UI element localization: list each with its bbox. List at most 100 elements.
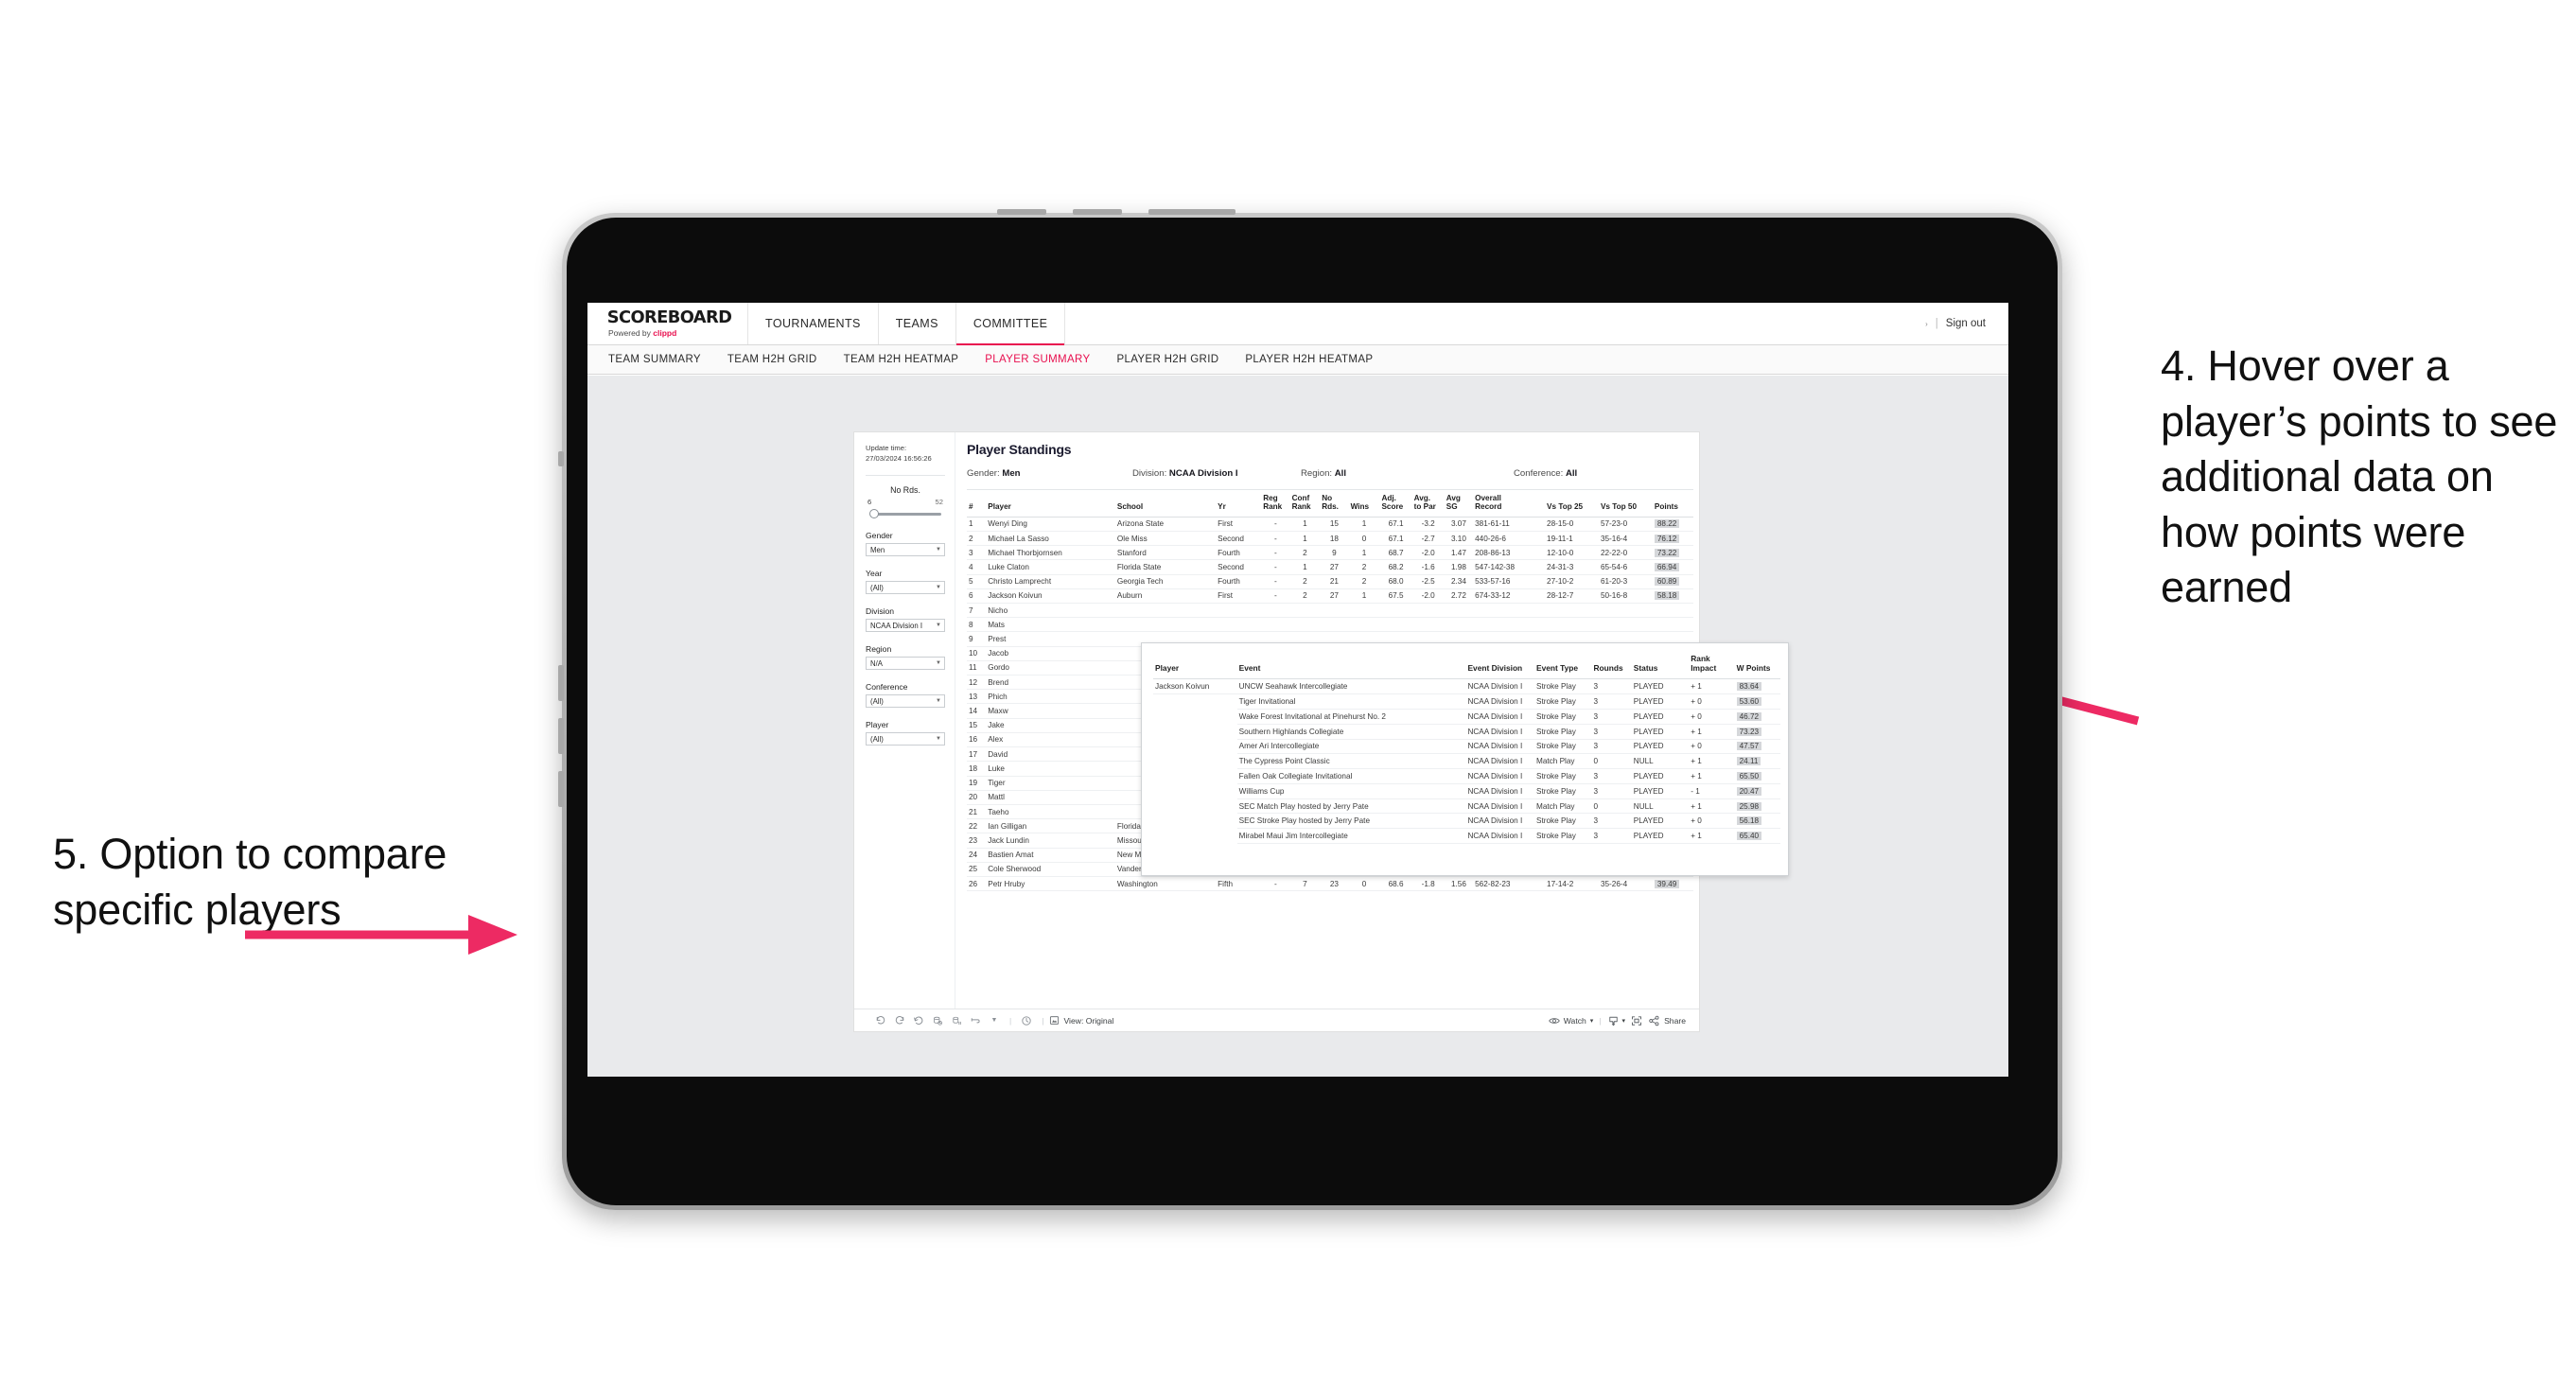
- cell-school: Washington: [1114, 876, 1217, 892]
- watch-button[interactable]: Watch ▾: [1548, 1015, 1593, 1026]
- alert-subscribe-icon[interactable]: [1017, 1015, 1036, 1026]
- filter-gender-select[interactable]: Men ▼: [866, 543, 945, 556]
- tt-cell-event-type: Match Play: [1534, 798, 1592, 815]
- table-row[interactable]: 1 Wenyi Ding Arizona State First -1 15 1 67.1 -3…: [967, 517, 1693, 533]
- cell-player: Jack Lundin: [986, 833, 1115, 849]
- tt-cell-rounds: 3: [1591, 813, 1632, 830]
- points-badge[interactable]: 88.22: [1654, 519, 1680, 529]
- points-badge[interactable]: 39.49: [1654, 879, 1680, 888]
- cell-points[interactable]: 76.12: [1652, 531, 1693, 547]
- pause-auto-update-icon[interactable]: [947, 1015, 966, 1026]
- refresh-data-icon[interactable]: [928, 1015, 947, 1026]
- col-par-l2: to Par: [1413, 502, 1436, 512]
- tab-team-h2h-grid[interactable]: TEAM H2H GRID: [727, 354, 817, 365]
- cell-conf-rank: 2: [1289, 545, 1321, 561]
- views-dropdown-caret-icon[interactable]: ▼: [985, 1017, 1004, 1024]
- col-rank[interactable]: #: [967, 490, 987, 518]
- tab-player-h2h-heatmap[interactable]: PLAYER H2H HEATMAP: [1245, 354, 1373, 365]
- col-yr[interactable]: Yr: [1216, 490, 1262, 518]
- tt-cell-rounds: 3: [1591, 724, 1632, 740]
- fullscreen-button[interactable]: [1625, 1015, 1648, 1026]
- col-wins[interactable]: Wins: [1348, 490, 1380, 518]
- meta-conference-label: Conference:: [1514, 468, 1566, 479]
- tt-col-rounds: Rounds: [1591, 653, 1632, 680]
- cell-rank: 11: [967, 660, 987, 676]
- cell-reg-rank: -: [1261, 545, 1290, 561]
- cell-points[interactable]: 58.18: [1652, 588, 1693, 605]
- table-row[interactable]: 4 Luke Claton Florida State Second -1 27 2 68.2…: [967, 559, 1693, 575]
- cell-rank: 5: [967, 574, 987, 589]
- points-badge[interactable]: 60.89: [1654, 577, 1680, 587]
- points-badge[interactable]: 73.22: [1654, 548, 1680, 557]
- tab-player-h2h-grid[interactable]: PLAYER H2H GRID: [1116, 354, 1218, 365]
- tt-cell-status: NULL: [1631, 798, 1690, 815]
- filter-year-select[interactable]: (All) ▼: [866, 581, 945, 594]
- tab-team-summary[interactable]: TEAM SUMMARY: [608, 354, 701, 365]
- tab-team-h2h-heatmap[interactable]: TEAM H2H HEATMAP: [844, 354, 959, 365]
- col-vs-top-25[interactable]: Vs Top 25: [1545, 490, 1599, 518]
- col-player[interactable]: Player: [986, 490, 1115, 518]
- table-row[interactable]: 6 Jackson Koivun Auburn First -2 27 1 67.5 -2.0 2…: [967, 588, 1693, 605]
- cell-adj-score: 67.5: [1379, 588, 1412, 605]
- points-badge[interactable]: 76.12: [1654, 534, 1680, 543]
- nav-item-committee[interactable]: COMMITTEE: [955, 303, 1066, 345]
- cell-player: Luke: [986, 761, 1115, 777]
- col-avg-sg[interactable]: Avg SG: [1444, 490, 1474, 518]
- table-row[interactable]: 2 Michael La Sasso Ole Miss Second -1 18 0 67.1…: [967, 531, 1693, 547]
- col-reg-rank[interactable]: Reg Rank: [1261, 490, 1290, 518]
- revert-icon[interactable]: [909, 1015, 928, 1026]
- col-conf-rank[interactable]: Conf Rank: [1289, 490, 1321, 518]
- col-vs-top-50[interactable]: Vs Top 50: [1598, 490, 1653, 518]
- col-reg-l2: Rank: [1263, 502, 1283, 512]
- table-row[interactable]: 26 Petr Hruby Washington Fifth -7 23 0 68.6 -1.8…: [967, 876, 1693, 892]
- account-caret-icon[interactable]: ›: [1925, 320, 1928, 328]
- cell-points[interactable]: 60.89: [1652, 574, 1693, 589]
- custom-views-icon[interactable]: [966, 1015, 985, 1026]
- col-no-rds[interactable]: No Rds.: [1320, 490, 1349, 518]
- col-school-l1: School: [1116, 502, 1144, 512]
- cell-school: [1114, 617, 1217, 633]
- download-button[interactable]: ▾: [1607, 1015, 1625, 1026]
- tt-cell-rank-impact: + 0: [1689, 693, 1735, 710]
- tab-player-summary[interactable]: PLAYER SUMMARY: [985, 354, 1090, 365]
- cell-wins: 1: [1348, 545, 1380, 561]
- view-original-button[interactable]: View: Original: [1049, 1015, 1113, 1026]
- cell-points[interactable]: 39.49: [1652, 876, 1693, 892]
- table-row[interactable]: 3 Michael Thorbjornsen Stanford Fourth -2 9 1 6…: [967, 545, 1693, 561]
- cell-vs-top-25: 24-31-3: [1545, 559, 1599, 575]
- col-school[interactable]: School: [1114, 490, 1217, 518]
- nav-item-tournaments[interactable]: TOURNAMENTS: [748, 303, 879, 344]
- sign-out-link[interactable]: Sign out: [1946, 318, 1986, 329]
- col-points[interactable]: Points: [1652, 490, 1693, 518]
- nav-item-teams[interactable]: TEAMS: [879, 303, 956, 344]
- page-title: Player Standings: [967, 442, 1072, 457]
- filter-region-select[interactable]: N/A ▼: [866, 657, 945, 670]
- slider-handle[interactable]: [869, 509, 879, 518]
- filter-player-select[interactable]: (All) ▼: [866, 732, 945, 746]
- undo-icon[interactable]: [871, 1015, 890, 1026]
- share-button[interactable]: Share: [1648, 1015, 1686, 1026]
- table-row[interactable]: 8 Mats: [967, 617, 1693, 633]
- cell-points[interactable]: 88.22: [1652, 517, 1693, 533]
- col-overall-record[interactable]: Overall Record: [1473, 490, 1546, 518]
- table-row[interactable]: 7 Nicho: [967, 603, 1693, 619]
- cell-points[interactable]: 73.22: [1652, 545, 1693, 561]
- filter-division-select[interactable]: NCAA Division I ▼: [866, 619, 945, 632]
- tt-cell-w-points: 47.57: [1734, 739, 1780, 755]
- cell-points[interactable]: 66.94: [1652, 559, 1693, 575]
- slider-track[interactable]: [869, 509, 941, 518]
- col-adj-score[interactable]: Adj. Score: [1379, 490, 1412, 518]
- filter-conference-select[interactable]: (All) ▼: [866, 694, 945, 708]
- table-row[interactable]: 5 Christo Lamprecht Georgia Tech Fourth -2 21…: [967, 574, 1693, 589]
- filter-gender-label: Gender: [866, 531, 893, 540]
- filter-division-value: NCAA Division I: [870, 621, 923, 630]
- tt-col-pts-l1: W Points: [1736, 662, 1771, 673]
- w-points-badge: 83.64: [1736, 682, 1762, 692]
- filter-no-rounds-slider[interactable]: No Rds. 6 52: [866, 485, 945, 518]
- app-logo[interactable]: SCOREBOARD Powered by clippd: [587, 303, 749, 344]
- points-badge[interactable]: 66.94: [1654, 563, 1680, 572]
- redo-icon[interactable]: [890, 1015, 909, 1026]
- points-badge[interactable]: 58.18: [1654, 591, 1680, 601]
- col-avg-to-par[interactable]: Avg. to Par: [1411, 490, 1445, 518]
- top-navigation-bar: SCOREBOARD Powered by clippd TOURNAMENTS…: [587, 303, 2008, 345]
